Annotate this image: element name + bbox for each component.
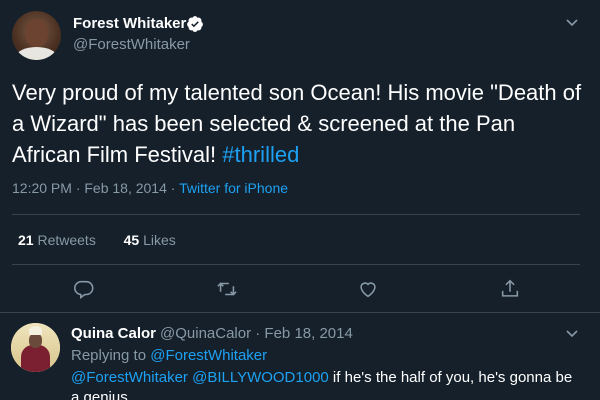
timestamp[interactable]: 12:20 PM · Feb 18, 2014 · (12, 180, 179, 196)
retweets-label: Retweets (33, 232, 96, 248)
chevron-down-icon[interactable] (564, 325, 580, 341)
reply-tweet[interactable]: Quina Calor @QuinaCalor · Feb 18, 2014 R… (0, 313, 600, 400)
reply-author-name[interactable]: Quina Calor (71, 325, 156, 342)
author-handle[interactable]: @ForestWhitaker (73, 36, 190, 53)
main-tweet: Forest Whitaker @ForestWhitaker Very pro… (0, 0, 600, 313)
retweets-count: 21 (18, 232, 34, 248)
avatar-mitre (29, 326, 42, 335)
tweet-meta: 12:20 PM · Feb 18, 2014 · Twitter for iP… (12, 180, 288, 196)
divider (12, 264, 580, 265)
avatar-head (29, 333, 42, 348)
avatar-face (25, 19, 48, 47)
reply-icon[interactable] (73, 278, 95, 300)
avatar-shirt (16, 47, 57, 60)
chevron-down-icon[interactable] (564, 14, 580, 30)
share-icon[interactable] (499, 278, 521, 300)
avatar[interactable] (12, 11, 61, 60)
avatar[interactable] (11, 323, 60, 372)
tweet-text: Very proud of my talented son Ocean! His… (12, 77, 582, 170)
replying-prefix: Replying to (71, 347, 151, 364)
replying-to-link[interactable]: @ForestWhitaker (150, 347, 267, 364)
likes-count: 45 (123, 232, 140, 248)
mention-link[interactable]: @ForestWhitaker (71, 369, 188, 386)
retweets-stat[interactable]: 21 Retweets (18, 232, 96, 248)
hashtag-link[interactable]: #thrilled (222, 142, 299, 167)
retweet-icon[interactable] (216, 278, 238, 300)
replying-to: Replying to @ForestWhitaker (71, 347, 267, 364)
avatar-robe (21, 345, 50, 372)
likes-label: Likes (139, 232, 176, 248)
divider (12, 214, 580, 215)
likes-stat[interactable]: 45 Likes (124, 232, 176, 248)
source-link[interactable]: Twitter for iPhone (179, 180, 288, 196)
engagement-stats: 21 Retweets 45 Likes (18, 232, 176, 248)
verified-badge-icon (187, 16, 203, 32)
heart-icon[interactable] (357, 278, 379, 300)
reply-text: @ForestWhitaker @BILLYWOOD1000 if he's t… (71, 368, 581, 400)
mention-link[interactable]: @BILLYWOOD1000 (192, 369, 329, 386)
reply-author-meta[interactable]: @QuinaCalor · Feb 18, 2014 (160, 325, 353, 342)
author-name[interactable]: Forest Whitaker (73, 15, 186, 32)
